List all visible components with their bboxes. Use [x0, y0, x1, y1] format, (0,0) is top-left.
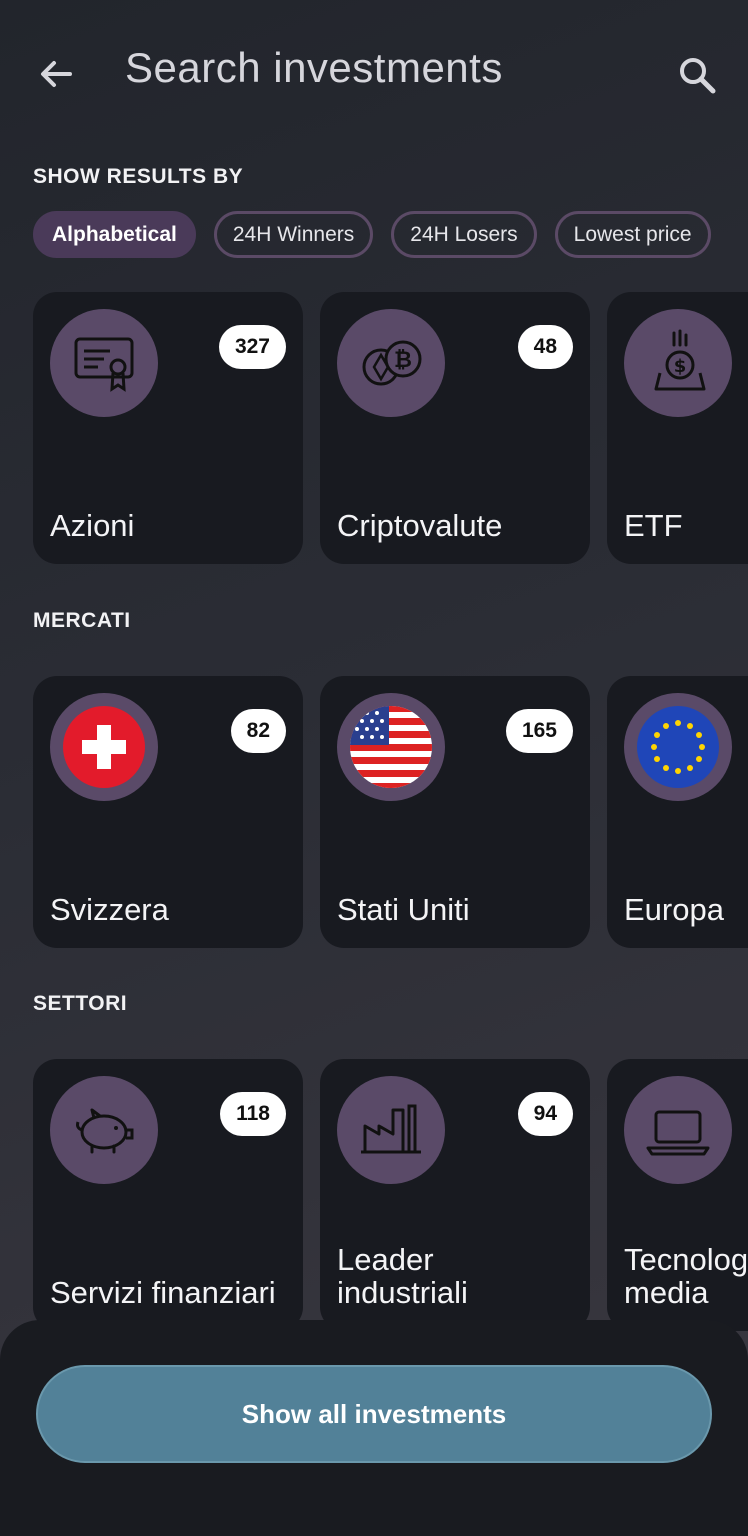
header: Search investments [0, 0, 748, 140]
card-label: Svizzera [50, 892, 169, 927]
card-criptovalute[interactable]: ₿ 48 Criptovalute [320, 292, 590, 564]
factory-icon [337, 1076, 445, 1184]
sectors-row: 118 Servizi finanziari 94 Leader industr… [33, 1059, 748, 1331]
card-europa[interactable]: Europa [607, 676, 748, 948]
card-label: Leader industriali [337, 1242, 468, 1310]
svg-text:$: $ [674, 356, 687, 377]
sort-section-label: SHOW RESULTS BY [33, 165, 244, 188]
us-flag-icon [337, 693, 445, 801]
laptop-icon [624, 1076, 732, 1184]
count-badge: 165 [505, 709, 573, 753]
card-stati-uniti[interactable]: 165 Stati Uniti [320, 676, 590, 948]
chip-alphabetical[interactable]: Alphabetical [33, 211, 196, 258]
show-all-investments-button[interactable]: Show all investments [36, 1365, 712, 1463]
categories-row: 327 Azioni ₿ 48 Criptovalute $ ETF [33, 292, 748, 564]
page-title: Search investments [125, 44, 503, 91]
count-badge: 48 [517, 325, 573, 369]
sectors-section-label: SETTORI [33, 992, 128, 1015]
card-label: ETF [624, 508, 683, 543]
card-label: Europa [624, 892, 724, 927]
eu-flag-icon [624, 693, 732, 801]
svg-text:₿: ₿ [394, 348, 412, 373]
card-tecnologia-media[interactable]: Tecnologia media [607, 1059, 748, 1331]
arrow-left-icon[interactable] [32, 50, 80, 98]
crypto-coins-icon: ₿ [337, 309, 445, 417]
card-etf[interactable]: $ ETF [607, 292, 748, 564]
count-badge: 82 [230, 709, 286, 753]
markets-row: 82 Svizzera 165 Stati Uniti Europa [33, 676, 748, 948]
piggy-bank-icon [50, 1076, 158, 1184]
certificate-icon [50, 309, 158, 417]
card-azioni[interactable]: 327 Azioni [33, 292, 303, 564]
count-badge: 94 [517, 1092, 573, 1136]
card-label: Criptovalute [337, 508, 503, 543]
card-label: Azioni [50, 508, 135, 543]
swiss-flag-icon [50, 693, 158, 801]
count-badge: 118 [220, 1092, 286, 1136]
money-bag-icon: $ [624, 309, 732, 417]
card-svizzera[interactable]: 82 Svizzera [33, 676, 303, 948]
card-label: Servizi finanziari [50, 1275, 276, 1310]
card-leader-industriali[interactable]: 94 Leader industriali [320, 1059, 590, 1331]
chip-24h-winners[interactable]: 24H Winners [213, 211, 374, 258]
card-servizi-finanziari[interactable]: 118 Servizi finanziari [33, 1059, 303, 1331]
card-label: Tecnologia media [624, 1242, 748, 1310]
search-icon[interactable] [672, 50, 722, 100]
chip-lowest-price[interactable]: Lowest price [554, 211, 711, 258]
card-label: Stati Uniti [337, 892, 470, 927]
count-badge: 327 [218, 325, 286, 369]
markets-section-label: MERCATI [33, 609, 131, 632]
sort-chips: Alphabetical 24H Winners 24H Losers Lowe… [33, 211, 711, 258]
chip-24h-losers[interactable]: 24H Losers [391, 211, 537, 258]
